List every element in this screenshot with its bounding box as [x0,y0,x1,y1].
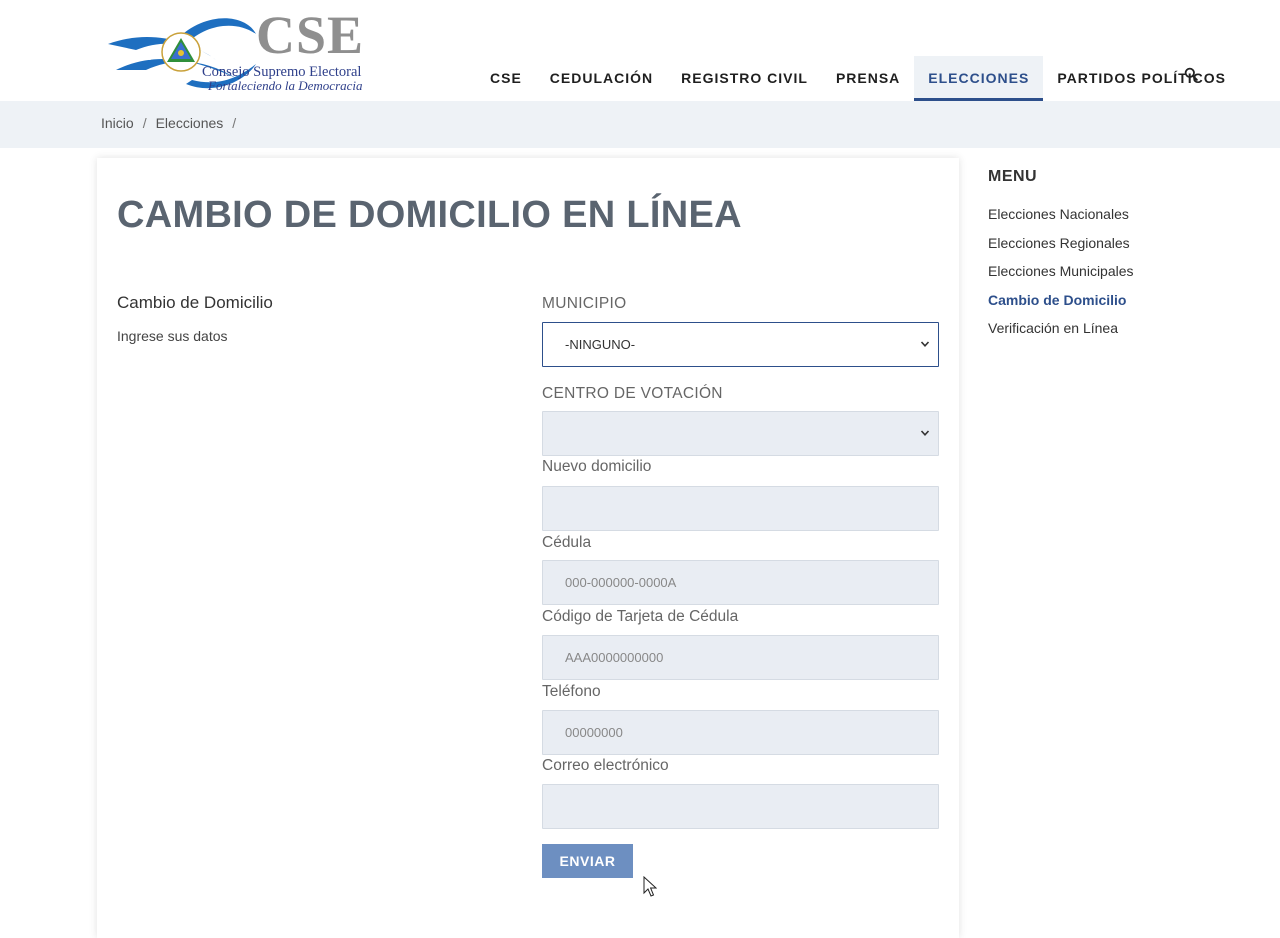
chevron-down-icon [920,341,930,347]
nav-item-elecciones[interactable]: ELECCIONES [914,56,1044,101]
sidebar-menu: MENU Elecciones Nacionales Elecciones Re… [988,168,1238,349]
nav-item-prensa[interactable]: PRENSA [822,56,914,101]
nav-item-cse[interactable]: CSE [476,56,536,101]
section-title: Cambio de Domicilio [117,293,273,312]
nuevo-domicilio-input[interactable] [542,486,939,531]
main-nav: CSE CEDULACIÓN REGISTRO CIVIL PRENSA ELE… [476,56,1240,101]
cedula-input[interactable]: 000-000000-0000A [542,560,939,605]
nav-item-registro-civil[interactable]: REGISTRO CIVIL [667,56,822,101]
nav-item-cedulacion[interactable]: CEDULACIÓN [536,56,667,101]
correo-input[interactable] [542,784,939,829]
cedula-label: Cédula [542,534,592,551]
correo-label: Correo electrónico [542,757,669,774]
sidebar-item-verificacion-linea[interactable]: Verificación en Línea [988,320,1238,349]
sidebar-item-elecciones-nacionales[interactable]: Elecciones Nacionales [988,206,1238,235]
content-card: CAMBIO DE DOMICILIO EN LÍNEA Cambio de D… [97,158,959,938]
logo-tagline: Fortaleciendo la Democracia [208,78,363,93]
section-subtitle: Ingrese sus datos [117,328,228,344]
centro-votacion-label: CENTRO DE VOTACIÓN [542,385,723,402]
chevron-down-icon [920,430,930,436]
codigo-tarjeta-input[interactable]: AAA0000000000 [542,635,939,680]
municipio-label: MUNICIPIO [542,295,627,312]
breadcrumb-bar: Inicio / Elecciones / [0,101,1280,148]
logo-title: CSE [256,5,365,65]
breadcrumb-inicio[interactable]: Inicio [101,115,134,131]
centro-votacion-select[interactable] [542,411,939,456]
cse-logo[interactable]: CSE Consejo Supremo Electoral Fortalecie… [106,5,378,94]
sidebar-title: MENU [988,168,1038,185]
telefono-input[interactable]: 00000000 [542,710,939,755]
telefono-label: Teléfono [542,683,601,700]
search-icon[interactable] [1184,67,1198,81]
breadcrumb-separator: / [142,115,147,131]
mouse-cursor-icon [643,876,657,897]
nuevo-domicilio-label: Nuevo domicilio [542,458,652,475]
enviar-button[interactable]: ENVIAR [542,844,633,878]
page-title: CAMBIO DE DOMICILIO EN LÍNEA [117,194,742,236]
breadcrumb: Inicio / Elecciones / [101,115,245,131]
breadcrumb-separator: / [232,115,237,131]
sidebar-item-cambio-domicilio[interactable]: Cambio de Domicilio [988,292,1238,321]
sidebar-item-elecciones-regionales[interactable]: Elecciones Regionales [988,235,1238,264]
site-header: CSE Consejo Supremo Electoral Fortalecie… [0,0,1280,101]
codigo-tarjeta-label: Código de Tarjeta de Cédula [542,608,739,625]
municipio-selected-value: -NINGUNO- [565,337,636,352]
sidebar-item-elecciones-municipales[interactable]: Elecciones Municipales [988,263,1238,292]
municipio-select[interactable]: -NINGUNO- [542,322,939,367]
nav-item-partidos-politicos[interactable]: PARTIDOS POLÍTICOS [1043,56,1240,101]
breadcrumb-elecciones[interactable]: Elecciones [156,115,224,131]
